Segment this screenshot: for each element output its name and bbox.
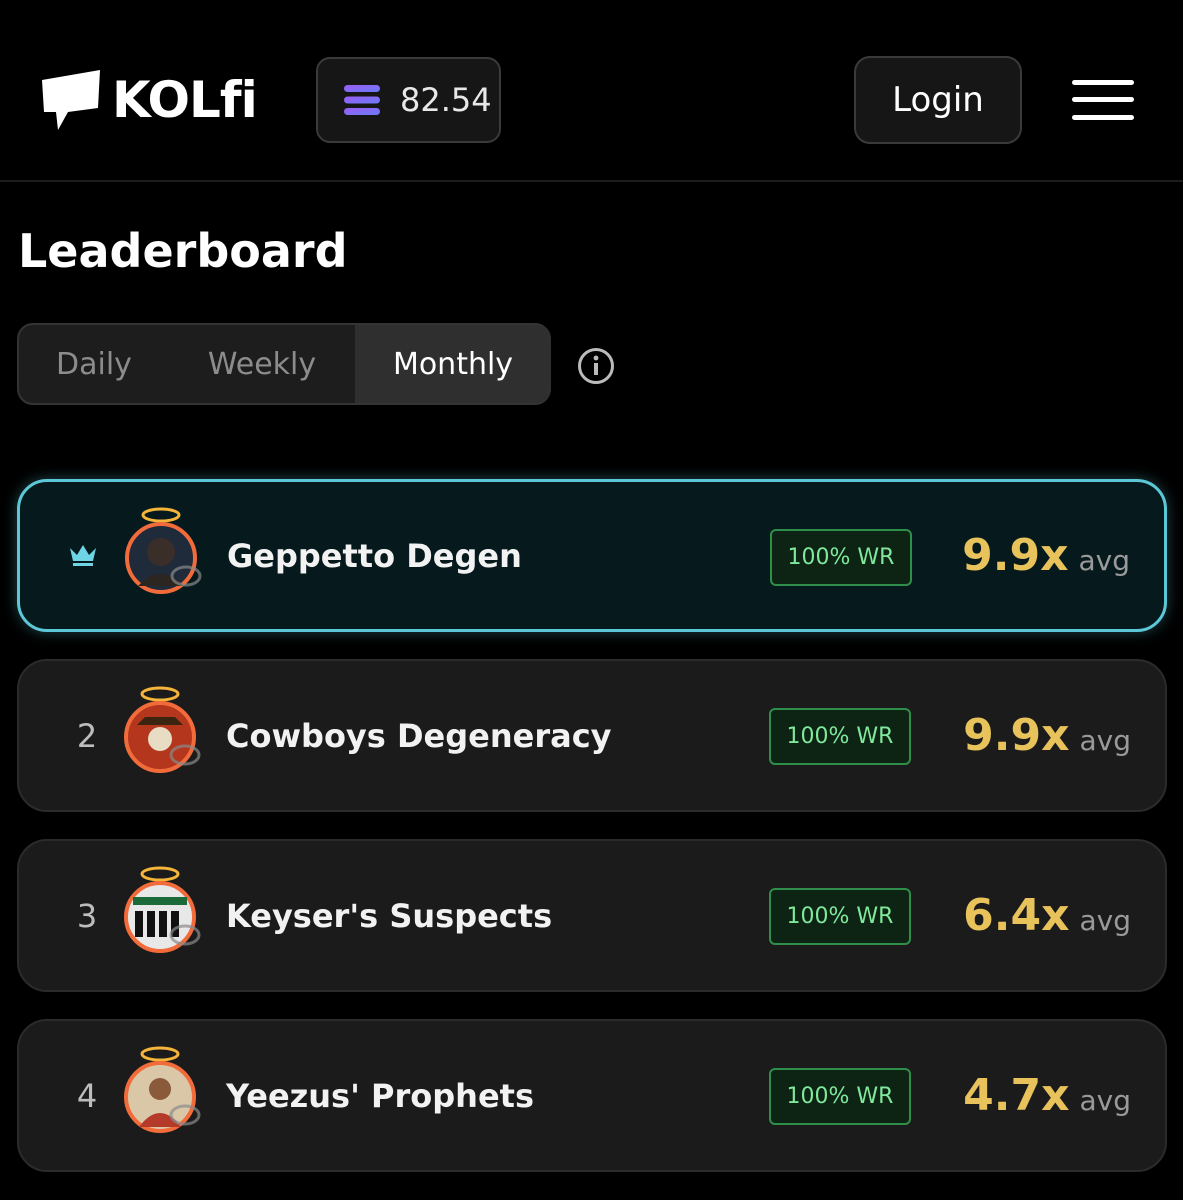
kolfi-logo[interactable]: KOLfi: [40, 68, 258, 132]
info-icon[interactable]: [577, 347, 615, 385]
multiplier-unit: avg: [1079, 724, 1131, 757]
player-name: Keyser's Suspects: [226, 896, 553, 935]
win-rate-badge: 100% WR: [770, 529, 912, 586]
multiplier-unit: avg: [1078, 544, 1130, 577]
win-rate-badge: 100% WR: [769, 888, 911, 945]
top-header: KOLfi 82.54 Login: [0, 0, 1183, 182]
page-title: Leaderboard: [18, 224, 348, 278]
login-button[interactable]: Login: [854, 56, 1022, 144]
logo-text: KOLfi: [112, 71, 258, 129]
leaderboard-row[interactable]: 4 Yeezus' Prophets 100% WR 4.7x avg: [17, 1019, 1167, 1172]
hamburger-menu-icon[interactable]: [1072, 80, 1134, 120]
tab-weekly[interactable]: Weekly: [169, 325, 355, 403]
multiplier-unit: avg: [1079, 1084, 1131, 1117]
win-rate-badge: 100% WR: [769, 1068, 911, 1125]
leaderboard-row[interactable]: 3 Keyser's Suspects 100% WR 6.4x avg: [17, 839, 1167, 992]
player-name: Yeezus' Prophets: [226, 1076, 534, 1115]
multiplier-value: 9.9x: [962, 530, 1069, 581]
sol-price-chip[interactable]: 82.54: [316, 57, 501, 143]
leaderboard-row[interactable]: Geppetto Degen 100% WR 9.9x avg: [17, 479, 1167, 632]
avatar: [124, 1046, 201, 1133]
rank-number: 2: [76, 716, 98, 755]
player-name: Cowboys Degeneracy: [226, 716, 612, 755]
rank-number: 4: [76, 1076, 98, 1115]
multiplier-value: 9.9x: [963, 710, 1070, 761]
multiplier-value: 4.7x: [963, 1070, 1070, 1121]
avg-multiplier: 9.9x avg: [963, 661, 1131, 810]
avatar: [124, 866, 201, 953]
player-name: Geppetto Degen: [227, 536, 522, 575]
avatar: [124, 686, 201, 773]
solana-icon: [344, 85, 380, 115]
sol-price-value: 82.54: [400, 81, 492, 119]
leaderboard-row[interactable]: 2 Cowboys Degeneracy 100% WR 9.9x avg: [17, 659, 1167, 812]
speech-bubble-logo-icon: [42, 70, 100, 130]
avg-multiplier: 6.4x avg: [963, 841, 1131, 990]
multiplier-unit: avg: [1079, 904, 1131, 937]
period-tabs: Daily Weekly Monthly: [17, 323, 551, 405]
crown-icon: [70, 545, 96, 566]
tab-monthly[interactable]: Monthly: [355, 325, 551, 403]
rank-number: 3: [76, 896, 98, 935]
win-rate-badge: 100% WR: [769, 708, 911, 765]
multiplier-value: 6.4x: [963, 890, 1070, 941]
avatar: [125, 507, 202, 594]
tab-daily[interactable]: Daily: [19, 325, 169, 403]
avg-multiplier: 9.9x avg: [962, 482, 1130, 629]
avg-multiplier: 4.7x avg: [963, 1021, 1131, 1170]
